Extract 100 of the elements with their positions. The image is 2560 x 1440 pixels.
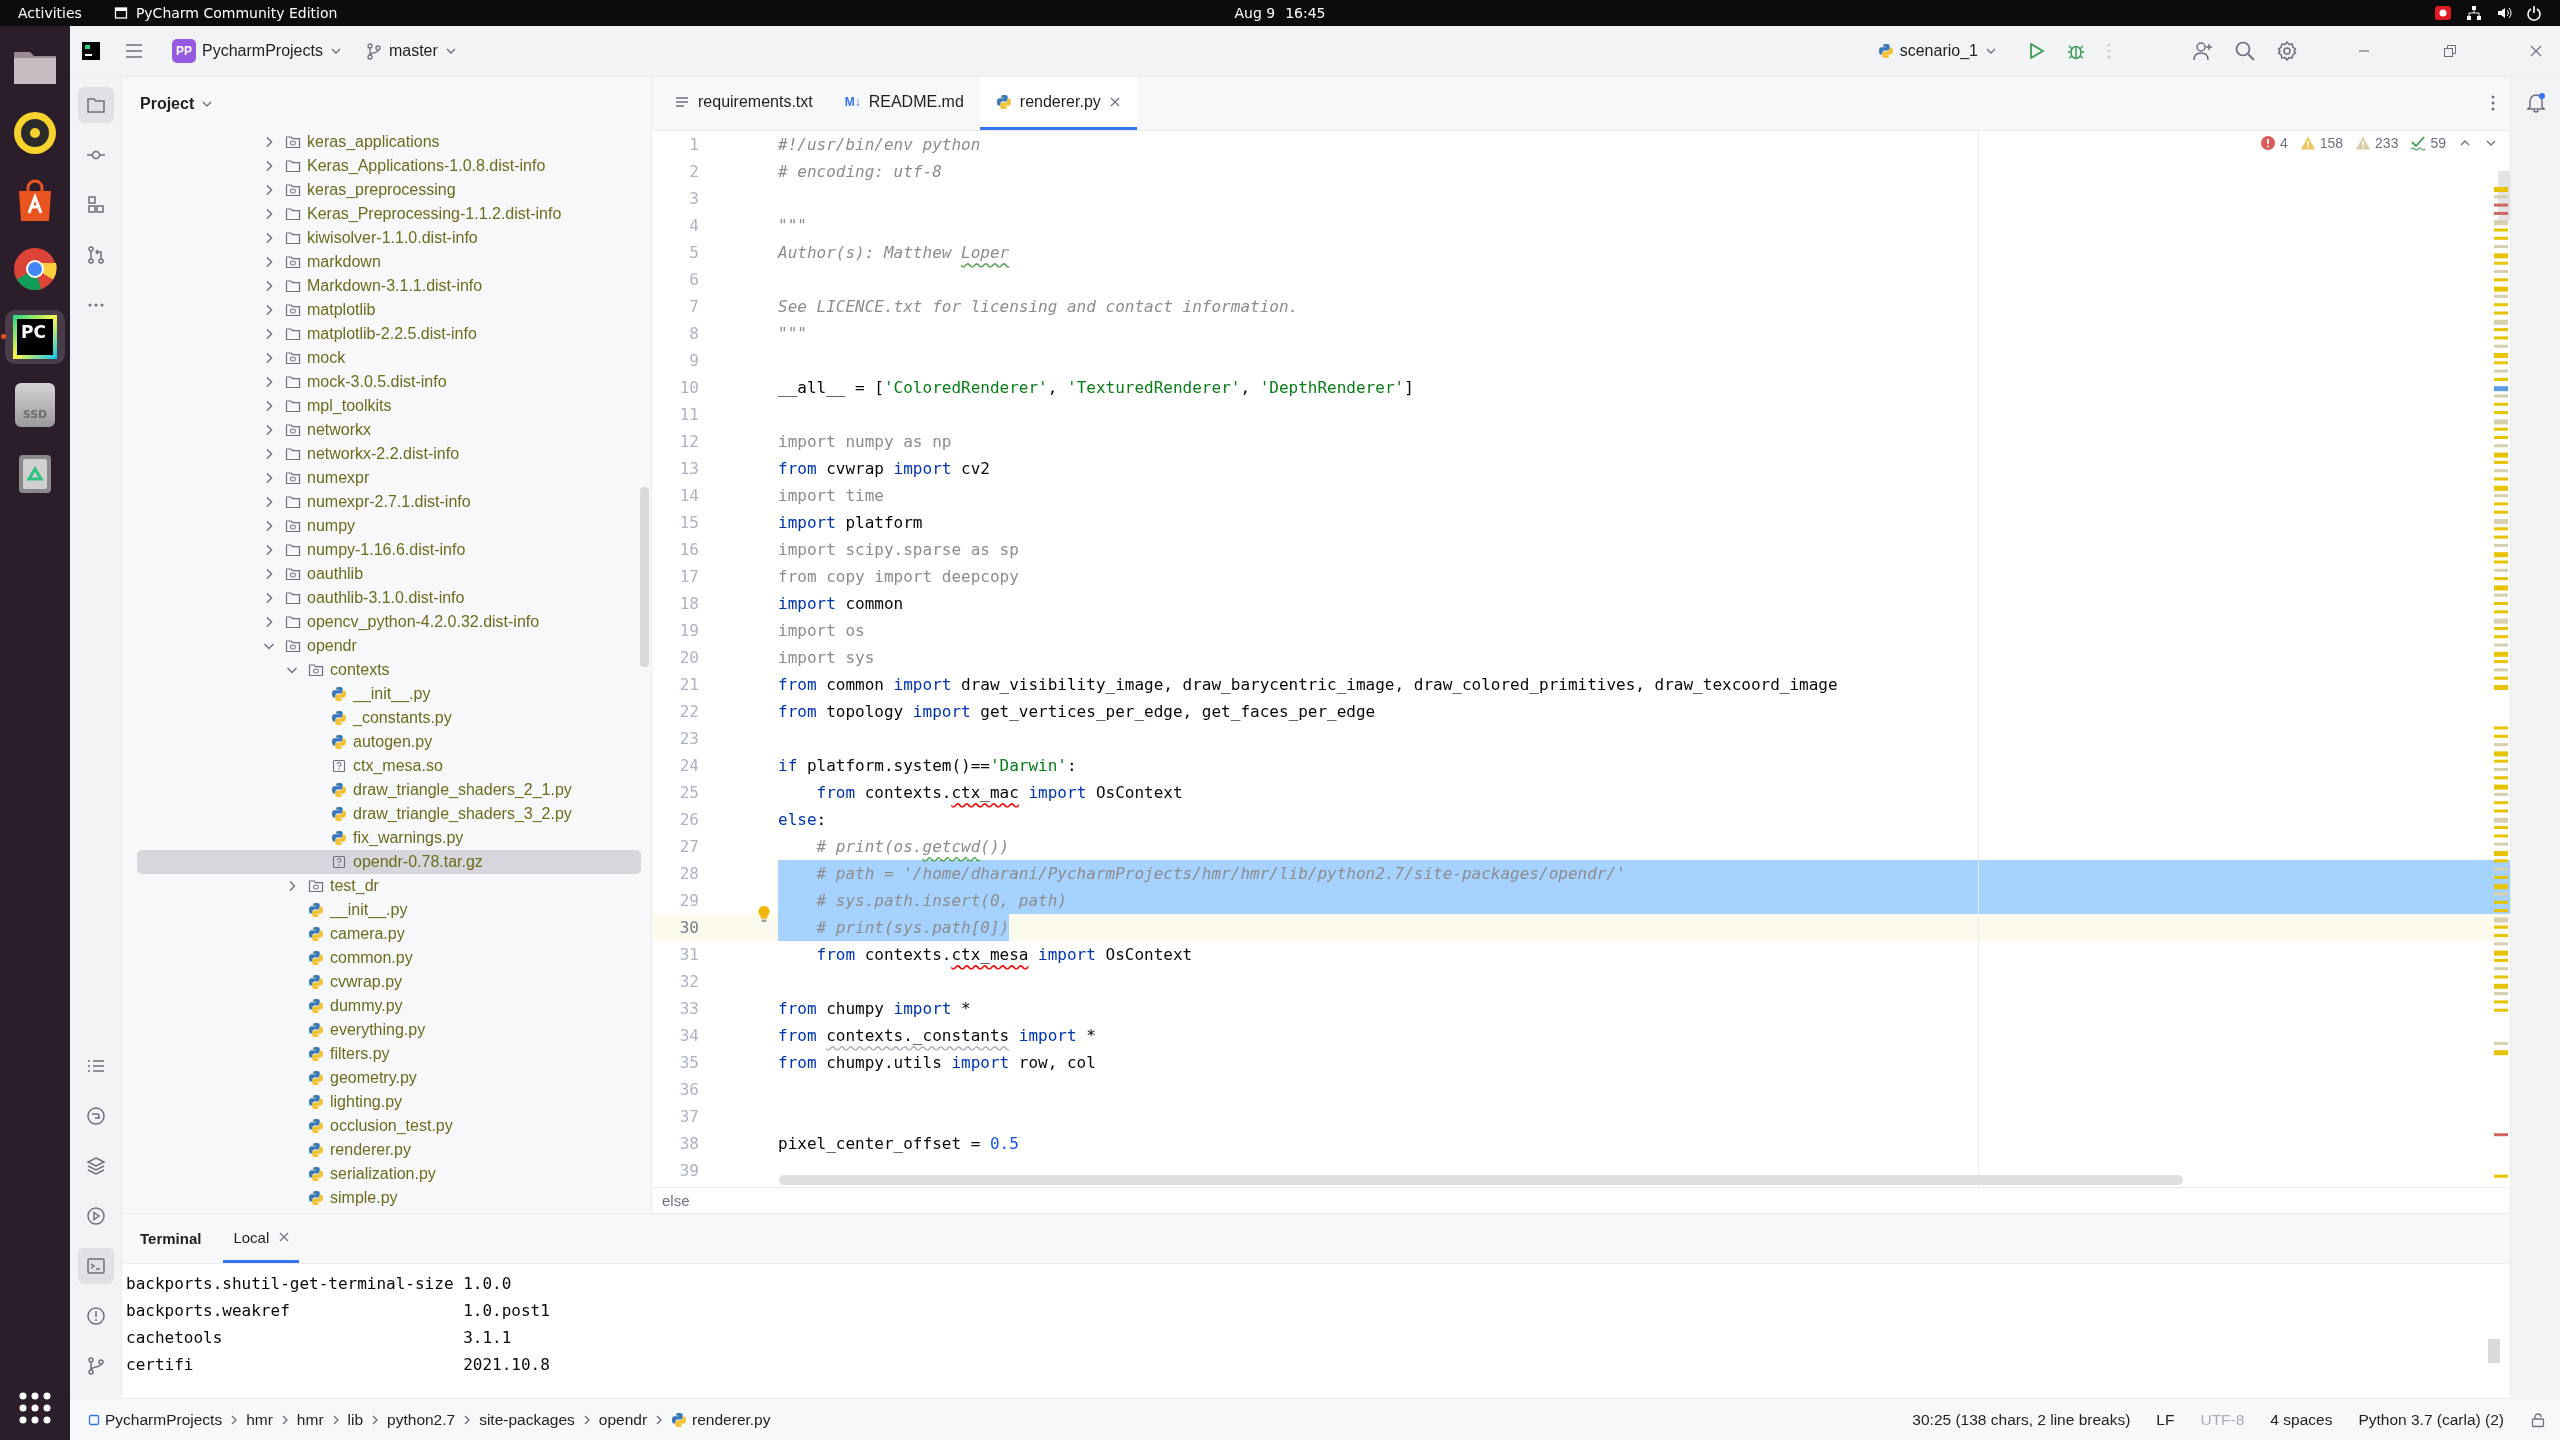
tree-item[interactable]: renderer.py — [137, 1138, 641, 1162]
tree-item[interactable]: opendr-0.78.tar.gz — [137, 850, 641, 874]
tree-item[interactable]: occlusion_test.py — [137, 1114, 641, 1138]
add-user-icon[interactable] — [2192, 40, 2214, 62]
editor-tab[interactable]: M↓ README.md — [828, 77, 980, 130]
menu-icon[interactable] — [124, 41, 144, 61]
tree-item[interactable]: __init__.py — [137, 682, 641, 706]
tree-item[interactable]: draw_triangle_shaders_2_1.py — [137, 778, 641, 802]
tree-item[interactable]: _constants.py — [137, 706, 641, 730]
tree-item[interactable]: Keras_Applications-1.0.8.dist-info — [137, 154, 641, 178]
tree-item[interactable]: contexts — [137, 658, 641, 682]
tree-item[interactable]: __init__.py — [137, 898, 641, 922]
run-config-selector[interactable]: scenario_1 — [1869, 36, 2006, 66]
scrollbar-thumb[interactable] — [640, 487, 649, 667]
tree-item[interactable]: numpy-1.16.6.dist-info — [137, 538, 641, 562]
line-number: 30 — [678, 918, 699, 937]
tree-item[interactable]: test_dr — [137, 874, 641, 898]
tree-item[interactable]: opencv_python-4.2.0.32.dist-info — [137, 610, 641, 634]
tree-item[interactable]: numexpr — [137, 466, 641, 490]
record-icon[interactable] — [2434, 5, 2452, 21]
tree-item[interactable]: fix_warnings.py — [137, 826, 641, 850]
tree-item[interactable]: geometry.py — [137, 1066, 641, 1090]
inspection-counter[interactable]: 158 — [2299, 135, 2344, 151]
tree-item[interactable]: dummy.py — [137, 994, 641, 1018]
close-icon[interactable] — [279, 1232, 290, 1242]
tree-item[interactable]: lighting.py — [137, 1090, 641, 1114]
folder-tool-button[interactable] — [77, 87, 114, 123]
tree-item[interactable]: Keras_Preprocessing-1.1.2.dist-info — [137, 202, 641, 226]
path-crumb[interactable]: site-packages — [479, 1410, 575, 1429]
terminal-tab[interactable]: Local — [223, 1214, 300, 1263]
ide-app-icon[interactable]: PC — [13, 315, 57, 359]
settings-icon[interactable] — [2276, 40, 2298, 62]
search-icon[interactable] — [2234, 40, 2256, 62]
inspection-counter[interactable]: 59 — [2410, 135, 2446, 151]
project-view-selector[interactable]: Project — [134, 90, 221, 117]
path-crumb[interactable]: lib — [347, 1410, 364, 1429]
time[interactable]: 16:45 — [1285, 5, 1326, 21]
path-crumb[interactable]: opendr — [598, 1410, 648, 1429]
editor-tab[interactable]: renderer.py — [979, 77, 1137, 130]
tree-item[interactable]: filters.py — [137, 1042, 641, 1066]
tree-item[interactable]: keras_preprocessing — [137, 178, 641, 202]
branch-switcher[interactable]: master — [356, 36, 466, 66]
date[interactable]: Aug 9 — [1234, 5, 1276, 21]
activities-button[interactable]: Activities — [18, 5, 82, 21]
tree-item[interactable]: oauthlib-3.1.0.dist-info — [137, 586, 641, 610]
tree-item[interactable]: camera.py — [137, 922, 641, 946]
path-crumb[interactable]: PycharmProjects — [88, 1410, 223, 1429]
tree-item[interactable]: keras_applications — [137, 130, 641, 154]
path-crumb[interactable]: hmr — [246, 1410, 273, 1429]
tree-item[interactable]: oauthlib — [137, 562, 641, 586]
code-line: else: — [778, 809, 827, 831]
lock-icon[interactable] — [2530, 1411, 2546, 1428]
tree-item[interactable]: mock-3.0.5.dist-info — [137, 370, 641, 394]
line-separator[interactable]: LF — [2156, 1410, 2175, 1429]
tree-item[interactable]: matplotlib — [137, 298, 641, 322]
power-icon[interactable] — [2526, 5, 2542, 21]
tree-item[interactable]: draw_triangle_shaders_3_2.py — [137, 802, 641, 826]
tree-item[interactable]: kiwisolver-1.1.0.dist-info — [137, 226, 641, 250]
app-grid-icon[interactable] — [17, 1390, 53, 1426]
tree-item[interactable]: mock — [137, 346, 641, 370]
network-icon[interactable] — [2466, 5, 2482, 21]
tree-item[interactable]: ctx_mesa.so — [137, 754, 641, 778]
tree-item[interactable]: matplotlib-2.2.5.dist-info — [137, 322, 641, 346]
scrollbar-thumb[interactable] — [2488, 1339, 2500, 1363]
editor-tab[interactable]: requirements.txt — [658, 77, 829, 130]
tree-item[interactable]: serialization.py — [137, 1162, 641, 1186]
close-icon[interactable] — [2528, 43, 2544, 59]
more-icon[interactable] — [2490, 93, 2496, 113]
lightbulb-icon[interactable] — [757, 904, 771, 923]
tree-item[interactable]: cvwrap.py — [137, 970, 641, 994]
close-icon[interactable] — [1108, 96, 1121, 108]
tree-item[interactable]: simple.py — [137, 1186, 641, 1210]
terminal-tool-button[interactable] — [77, 1248, 114, 1284]
tree-item[interactable]: markdown — [137, 250, 641, 274]
line-number: 39 — [678, 1161, 699, 1180]
indent-setting[interactable]: 4 spaces — [2270, 1410, 2333, 1429]
tree-item[interactable]: Markdown-3.1.1.dist-info — [137, 274, 641, 298]
tree-item[interactable]: common.py — [137, 946, 641, 970]
tree-item[interactable]: numexpr-2.7.1.dist-info — [137, 490, 641, 514]
tree-item[interactable]: opendr — [137, 634, 641, 658]
tree-item[interactable]: autogen.py — [137, 730, 641, 754]
browser-icon[interactable] — [13, 247, 57, 291]
inspection-counter[interactable]: 4 — [2259, 135, 2288, 151]
path-crumb[interactable]: python2.7 — [387, 1410, 456, 1429]
scrollbar-thumb[interactable] — [779, 1175, 2183, 1185]
breadcrumb[interactable]: else — [662, 1192, 690, 1209]
path-crumb[interactable]: renderer.py — [671, 1410, 771, 1429]
code-line: import os — [778, 620, 865, 642]
tree-item[interactable]: everything.py — [137, 1018, 641, 1042]
path-crumb[interactable]: hmr — [296, 1410, 324, 1429]
tree-item[interactable]: networkx-2.2.dist-info — [137, 442, 641, 466]
tree-item[interactable]: mpl_toolkits — [137, 394, 641, 418]
project-switcher[interactable]: PP PycharmProjects — [164, 33, 351, 69]
tree-item[interactable]: numpy — [137, 514, 641, 538]
interpreter[interactable]: Python 3.7 (carla) (2) — [2358, 1410, 2504, 1429]
restore-icon[interactable] — [2442, 43, 2458, 59]
bell-icon[interactable] — [2524, 91, 2547, 113]
caret-position[interactable]: 30:25 (138 chars, 2 line breaks) — [1912, 1410, 2131, 1429]
inspection-counter[interactable]: 233 — [2355, 135, 2399, 151]
tree-item[interactable]: networkx — [137, 418, 641, 442]
